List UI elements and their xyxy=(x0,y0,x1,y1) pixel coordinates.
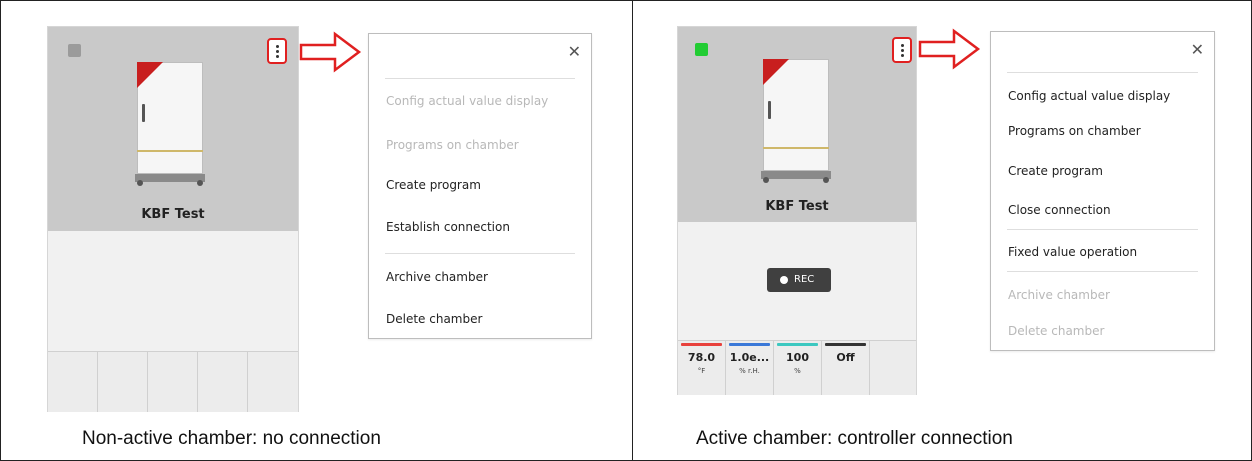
readout-value: 78.0 xyxy=(687,351,716,364)
readout-cell[interactable] xyxy=(148,352,198,412)
menu-item-delete-chamber[interactable]: Delete chamber xyxy=(1008,324,1104,338)
menu-item-delete-chamber[interactable]: Delete chamber xyxy=(386,312,482,326)
menu-item-archive-chamber[interactable]: Archive chamber xyxy=(1008,288,1110,302)
readout-unit: °F xyxy=(697,367,706,375)
kebab-dot-icon xyxy=(276,55,279,58)
kebab-dot-icon xyxy=(901,49,904,52)
card-body: REC xyxy=(678,222,916,335)
chamber-name: KBF Test xyxy=(765,199,829,214)
record-label: REC xyxy=(794,274,815,285)
menu-item-fixed-value-operation[interactable]: Fixed value operation xyxy=(1008,245,1137,259)
kebab-dot-icon xyxy=(901,54,904,57)
chamber-card[interactable]: KBF Test xyxy=(47,26,299,412)
more-options-button[interactable] xyxy=(892,37,912,63)
readout-row: 78.0 °F 1.0e... % r.H. 100 % Off xyxy=(678,340,916,395)
record-button[interactable]: REC xyxy=(767,268,831,292)
context-menu: ✕ Config actual value display Programs o… xyxy=(990,31,1215,351)
close-icon[interactable]: ✕ xyxy=(1191,40,1204,59)
readout-cell[interactable] xyxy=(248,352,298,412)
readout-color-bar xyxy=(681,343,722,346)
readout-temperature[interactable]: 78.0 °F xyxy=(678,341,726,395)
close-icon[interactable]: ✕ xyxy=(568,42,581,61)
menu-divider xyxy=(1007,229,1198,230)
readout-color-bar xyxy=(777,343,818,346)
readout-unit: % xyxy=(794,367,801,375)
readout-cell[interactable] xyxy=(198,352,248,412)
readout-row xyxy=(48,351,298,412)
readout-switch[interactable]: Off xyxy=(822,341,870,395)
caption-right: Active chamber: controller connection xyxy=(696,428,1013,449)
readout-value: Off xyxy=(836,351,855,364)
readout-value: 100 xyxy=(786,351,809,364)
pointer-arrow-icon xyxy=(918,28,981,70)
pointer-arrow-icon xyxy=(299,31,362,73)
more-options-button[interactable] xyxy=(267,38,287,64)
menu-item-programs-on-chamber[interactable]: Programs on chamber xyxy=(386,138,519,152)
menu-item-config-actual-value-display[interactable]: Config actual value display xyxy=(386,94,548,108)
context-menu: ✕ Config actual value display Programs o… xyxy=(368,33,592,339)
readout-color-bar xyxy=(729,343,770,346)
kebab-dot-icon xyxy=(276,50,279,53)
menu-divider xyxy=(1007,271,1198,272)
caption-left: Non-active chamber: no connection xyxy=(82,428,381,449)
menu-divider xyxy=(385,78,575,79)
chamber-image xyxy=(759,59,835,185)
readout-cell[interactable] xyxy=(870,341,916,395)
status-indicator xyxy=(695,43,708,56)
menu-item-close-connection[interactable]: Close connection xyxy=(1008,203,1111,217)
status-indicator xyxy=(68,44,81,57)
readout-value: 1.0e... xyxy=(729,351,770,364)
readout-humidity[interactable]: 1.0e... % r.H. xyxy=(726,341,774,395)
readout-color-bar xyxy=(825,343,866,346)
menu-item-config-actual-value-display[interactable]: Config actual value display xyxy=(1008,89,1170,103)
menu-item-programs-on-chamber[interactable]: Programs on chamber xyxy=(1008,124,1141,138)
chamber-name: KBF Test xyxy=(141,207,205,222)
kebab-dot-icon xyxy=(901,44,904,47)
readout-unit: % r.H. xyxy=(739,367,760,375)
record-dot-icon xyxy=(780,276,788,284)
chamber-card[interactable]: KBF Test REC 78.0 °F 1.0e... % r.H. 100 … xyxy=(677,26,917,395)
menu-item-create-program[interactable]: Create program xyxy=(1008,164,1103,178)
chamber-image xyxy=(133,62,209,188)
menu-item-archive-chamber[interactable]: Archive chamber xyxy=(386,270,488,284)
kebab-dot-icon xyxy=(276,45,279,48)
panel-divider xyxy=(632,0,633,461)
readout-cell[interactable] xyxy=(98,352,148,412)
menu-item-create-program[interactable]: Create program xyxy=(386,178,481,192)
readout-fan[interactable]: 100 % xyxy=(774,341,822,395)
menu-item-establish-connection[interactable]: Establish connection xyxy=(386,220,510,234)
menu-divider xyxy=(385,253,575,254)
readout-cell[interactable] xyxy=(48,352,98,412)
menu-divider xyxy=(1007,72,1198,73)
